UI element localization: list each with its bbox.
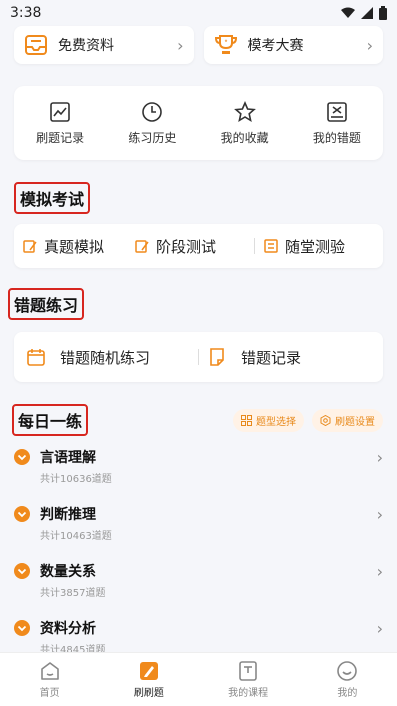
tools-card: 刷题记录 练习历史 我的收藏 我的错题 (14, 86, 383, 160)
tool-label: 刷题记录 (36, 130, 85, 145)
real-exam-simulation[interactable]: 真题模拟 (22, 236, 134, 257)
pill-label: 刷题设置 (335, 416, 375, 428)
pencil-paper-icon (23, 240, 37, 253)
tab-home[interactable]: 首页 (10, 660, 90, 699)
chevron-right-icon: › (376, 447, 383, 467)
grid-icon (241, 414, 252, 426)
tool-practice-record[interactable]: 刷题记录 (20, 101, 100, 146)
divider (198, 349, 199, 365)
tab-label: 我的 (337, 688, 358, 699)
tool-label: 我的错题 (312, 130, 361, 145)
pill-label: 题型选择 (256, 416, 296, 428)
chevron-right-icon: › (177, 35, 184, 55)
note-icon (210, 348, 224, 366)
settings-icon (320, 414, 331, 426)
wrong-item-label: 错题随机练习 (60, 348, 151, 367)
list-item[interactable]: 言语理解 › 共计10636道题 (14, 444, 383, 501)
list-item-title: 资料分析 (40, 621, 96, 637)
divider (254, 238, 255, 254)
daily-header: 每日一练 题型选择 刷题设置 (12, 404, 383, 436)
tab-practice[interactable]: 刷刷题 (109, 660, 189, 699)
tab-label: 我的课程 (228, 688, 269, 699)
list-item-title: 言语理解 (40, 450, 96, 466)
list-item[interactable]: 判断推理 › 共计10463道题 (14, 501, 383, 558)
chevron-down-circle-icon (14, 563, 30, 579)
calendar-icon (27, 349, 45, 366)
list-item-title: 数量关系 (40, 564, 96, 580)
chevron-down-circle-icon (14, 506, 30, 522)
tab-label: 首页 (39, 688, 60, 699)
mock-item-label: 真题模拟 (44, 237, 105, 256)
list-item-title: 判断推理 (40, 507, 96, 523)
daily-title: 每日一练 (12, 404, 89, 436)
tab-my-courses[interactable]: 我的课程 (208, 660, 288, 699)
list-item[interactable]: 数量关系 › 共计3857道题 (14, 558, 383, 615)
courses-icon (239, 661, 257, 681)
question-type-select-button[interactable]: 题型选择 (233, 408, 304, 432)
list-doc-icon (264, 239, 278, 253)
mock-contest-card[interactable]: 模考大赛 › (203, 26, 383, 64)
top-cards: 免费资料 › 模考大赛 › (0, 26, 397, 64)
chevron-right-icon: › (376, 618, 383, 638)
daily-pills: 题型选择 刷题设置 (233, 408, 383, 432)
mock-exam-card: 真题模拟 阶段测试 随堂测验 (14, 224, 383, 268)
stage-test[interactable]: 阶段测试 (134, 236, 246, 257)
classroom-quiz[interactable]: 随堂测验 (263, 236, 375, 257)
trophy-icon (214, 35, 237, 54)
free-materials-card[interactable]: 免费资料 › (14, 26, 194, 64)
inbox-icon (25, 35, 47, 55)
status-time: 3:38 (10, 5, 42, 21)
bottom-tab-bar: 首页 刷刷题 我的课程 我的 (0, 652, 397, 706)
daily-list: 言语理解 › 共计10636道题 判断推理 › 共计10463道题 数量关系 ›… (14, 444, 383, 672)
status-icons (341, 6, 387, 20)
wrong-record[interactable]: 错题记录 (207, 347, 371, 368)
star-icon (233, 100, 256, 122)
mock-item-label: 随堂测验 (285, 237, 346, 256)
wrong-practice-title: 错题练习 (8, 288, 85, 320)
practice-settings-button[interactable]: 刷题设置 (312, 408, 383, 432)
tool-label: 我的收藏 (220, 130, 269, 145)
pencil-paper-icon (135, 240, 149, 253)
chart-icon (50, 101, 70, 122)
free-materials-label: 免费资料 (58, 38, 114, 54)
chevron-right-icon: › (366, 35, 373, 55)
status-bar: 3:38 (0, 0, 397, 26)
wrong-random-practice[interactable]: 错题随机练习 (26, 347, 190, 368)
mock-item-label: 阶段测试 (156, 237, 217, 256)
clock-icon (142, 101, 163, 122)
mock-exam-title: 模拟考试 (14, 182, 91, 214)
tool-wrong-questions[interactable]: 我的错题 (297, 101, 377, 146)
tab-label: 刷刷题 (133, 688, 164, 699)
tool-favorites[interactable]: 我的收藏 (205, 100, 285, 146)
list-item-count: 共计10636道题 (40, 474, 112, 485)
tool-practice-history[interactable]: 练习历史 (112, 101, 192, 146)
chevron-down-circle-icon (14, 449, 30, 465)
practice-pencil-icon (139, 662, 158, 680)
mock-contest-label: 模考大赛 (247, 38, 304, 54)
chevron-right-icon: › (376, 504, 383, 524)
tool-label: 练习历史 (128, 130, 177, 145)
wifi-icon (341, 7, 355, 18)
home-icon (40, 662, 59, 680)
profile-icon (337, 661, 358, 681)
chevron-down-circle-icon (14, 620, 30, 636)
list-item-count: 共计10463道题 (40, 531, 112, 542)
chevron-right-icon: › (376, 561, 383, 581)
tab-me[interactable]: 我的 (307, 660, 387, 699)
signal-icon (361, 7, 373, 19)
wrong-practice-card: 错题随机练习 错题记录 (14, 332, 383, 382)
battery-icon (379, 6, 387, 20)
wrong-box-icon (327, 101, 347, 122)
wrong-item-label: 错题记录 (241, 348, 302, 367)
list-item-count: 共计3857道题 (40, 588, 106, 599)
